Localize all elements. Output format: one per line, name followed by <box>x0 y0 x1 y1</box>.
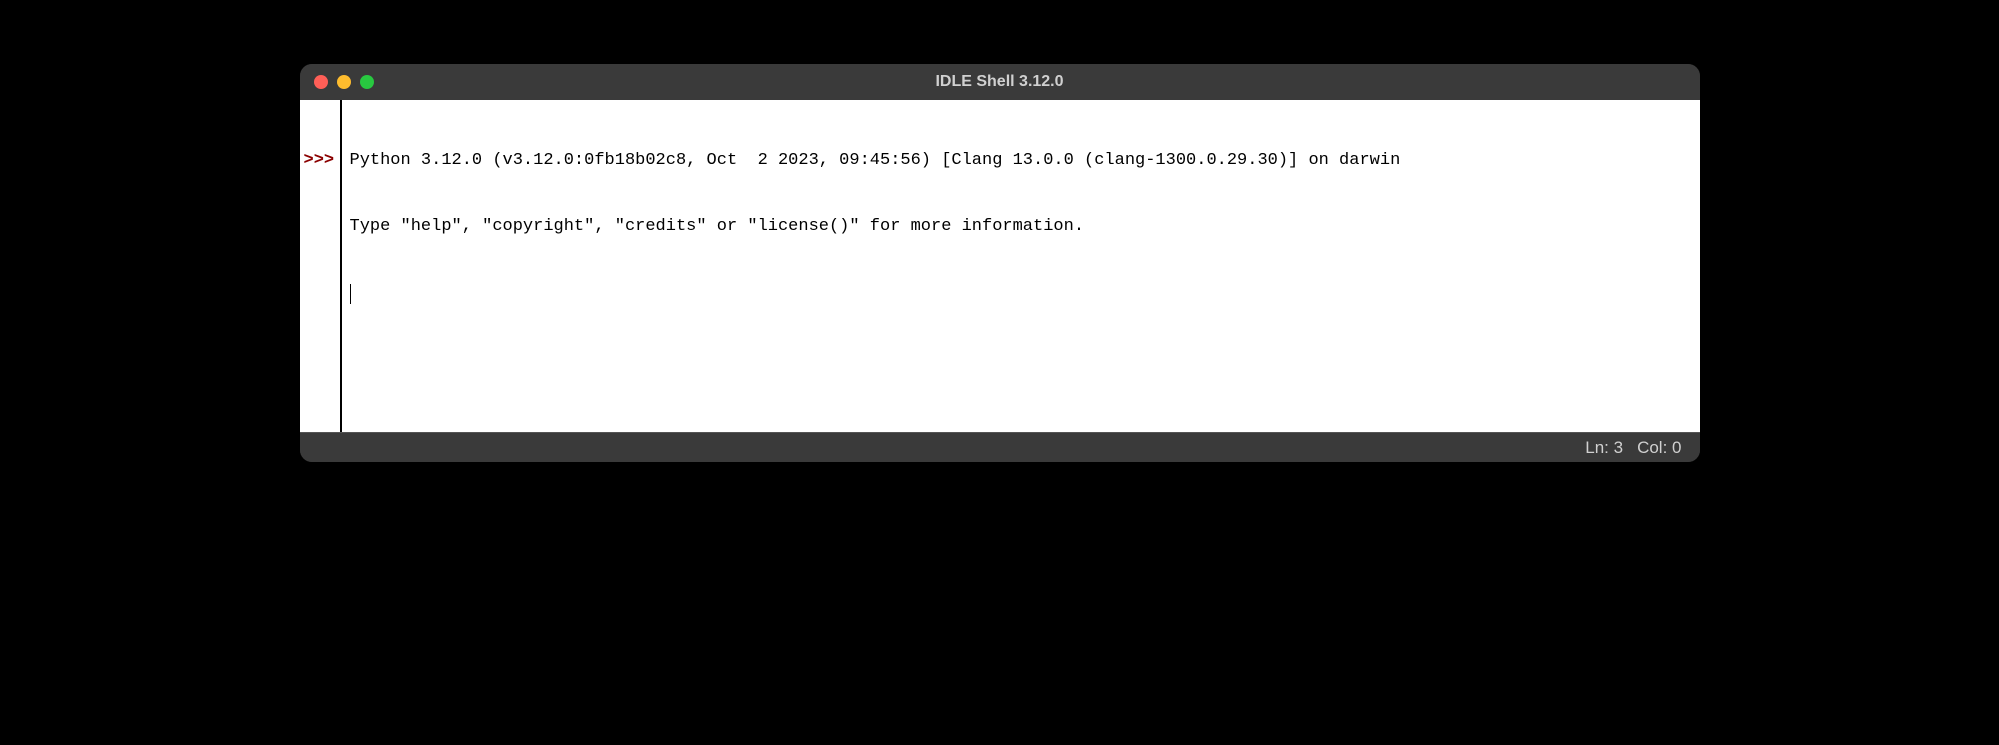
line-indicator: Ln: 3 <box>1585 438 1623 458</box>
gutter-line <box>304 128 340 150</box>
close-icon[interactable] <box>314 75 328 89</box>
shell-prompt: >>> <box>304 150 340 172</box>
text-cursor <box>350 284 352 304</box>
window-title: IDLE Shell 3.12.0 <box>935 73 1063 91</box>
maximize-icon[interactable] <box>360 75 374 89</box>
column-indicator: Col: 0 <box>1637 438 1681 458</box>
titlebar: IDLE Shell 3.12.0 <box>300 64 1700 100</box>
gutter-line <box>304 106 340 128</box>
shell-content: >>> Python 3.12.0 (v3.12.0:0fb18b02c8, O… <box>300 100 1700 432</box>
prompt-gutter: >>> <box>300 100 342 432</box>
shell-text-area[interactable]: Python 3.12.0 (v3.12.0:0fb18b02c8, Oct 2… <box>342 100 1700 432</box>
statusbar: Ln: 3 Col: 0 <box>300 432 1700 462</box>
minimize-icon[interactable] <box>337 75 351 89</box>
idle-shell-window: IDLE Shell 3.12.0 >>> Python 3.12.0 (v3.… <box>300 64 1700 462</box>
banner-line: Type "help", "copyright", "credits" or "… <box>350 216 1692 238</box>
banner-line: Python 3.12.0 (v3.12.0:0fb18b02c8, Oct 2… <box>350 150 1692 172</box>
input-line[interactable] <box>350 283 1692 305</box>
traffic-lights <box>314 75 374 89</box>
